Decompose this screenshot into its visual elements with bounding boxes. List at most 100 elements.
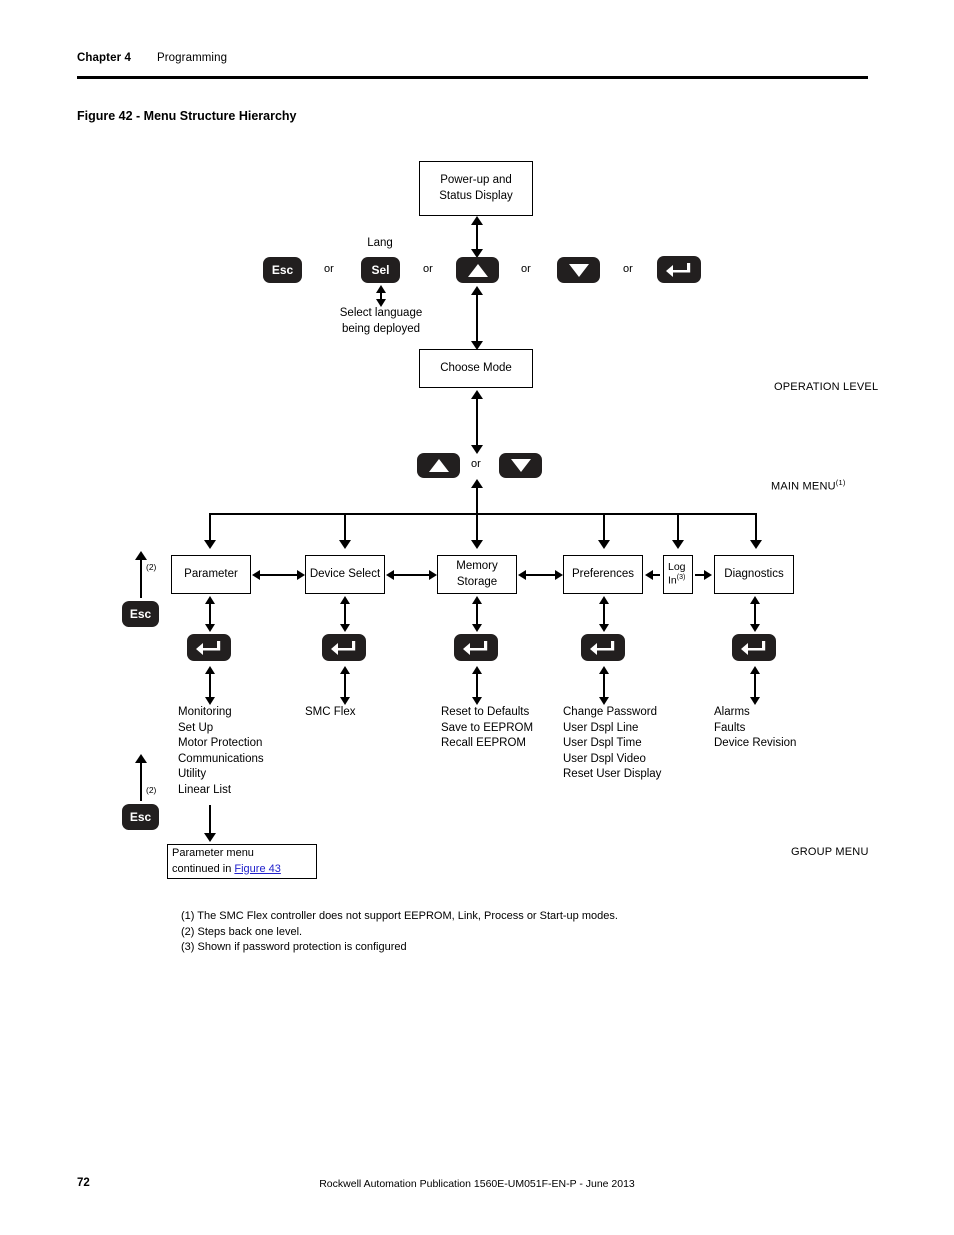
footnote-2: (2) Steps back one level. — [181, 925, 303, 938]
key-sel[interactable]: Sel — [361, 257, 400, 283]
or-label-2: or — [423, 263, 433, 275]
select-language-note: Select language being deployed — [339, 307, 423, 335]
link-device-memory — [390, 574, 432, 576]
key-enter-parameter[interactable] — [187, 634, 231, 661]
group-list-preferences: Change Password User Dspl Line User Dspl… — [563, 706, 662, 781]
level-label-group-menu: GROUP MENU — [791, 846, 869, 858]
arrowhead-down — [750, 540, 762, 549]
footnote-marker-2a: (2) — [146, 562, 157, 572]
level-label-operation: OPERATION LEVEL — [774, 381, 878, 393]
arrowhead-down — [672, 540, 684, 549]
arrowhead-left — [645, 570, 653, 580]
key-enter-preferences[interactable] — [581, 634, 625, 661]
arrowhead-right — [704, 570, 712, 580]
key-esc-left-1[interactable]: Esc — [122, 601, 159, 627]
running-header: Chapter 4 Programming — [77, 52, 227, 64]
arrowhead-down — [750, 697, 760, 705]
figure-43-link[interactable]: Figure 43 — [234, 863, 280, 875]
node-memory-storage: Memory Storage — [437, 555, 517, 594]
log-in-note: (3) — [676, 574, 686, 582]
connector-choosemode-keys — [476, 392, 478, 452]
key-enter-device-select[interactable] — [322, 634, 366, 661]
link-memory-preferences — [522, 574, 558, 576]
arrowhead-up — [135, 551, 147, 560]
arrowhead-left — [252, 570, 260, 580]
chapter-label: Chapter 4 — [77, 52, 131, 64]
main-menu-text: MAIN MENU — [771, 480, 836, 493]
or-label-1: or — [324, 263, 334, 275]
arrowhead-up — [599, 596, 609, 604]
enter-arrow-icon — [196, 640, 221, 655]
arrowhead-down — [340, 624, 350, 632]
arrowhead-right — [429, 570, 437, 580]
arrowhead-up — [205, 596, 215, 604]
arrowhead-down — [205, 697, 215, 705]
header-rule — [77, 76, 868, 79]
enter-arrow-icon — [741, 640, 766, 655]
key-esc-left-2[interactable]: Esc — [122, 804, 159, 830]
node-parameter: Parameter — [171, 555, 251, 594]
arrowhead-right — [555, 570, 563, 580]
arrowhead-down — [471, 445, 483, 454]
key-enter-top[interactable] — [657, 256, 701, 283]
bus-horizontal — [209, 513, 757, 515]
footnote-marker-2b: (2) — [146, 785, 157, 795]
key-enter-diagnostics[interactable] — [732, 634, 776, 661]
arrowhead-up — [750, 596, 760, 604]
node-power-up-status-display: Power-up and Status Display — [419, 161, 533, 216]
group-list-device-select: SMC Flex — [305, 706, 356, 718]
up-arrow-icon — [428, 459, 449, 472]
arrowhead-up — [750, 666, 760, 674]
main-menu-note: (1) — [835, 478, 846, 487]
enter-arrow-icon — [590, 640, 615, 655]
arrowhead-up — [471, 286, 483, 295]
document-page: Chapter 4 Programming Figure 42 - Menu St… — [0, 0, 954, 1235]
figure-footnotes: (1) The SMC Flex controller does not sup… — [181, 909, 618, 956]
node-log-in: Log In(3) — [663, 555, 693, 594]
arrowhead-down — [339, 540, 351, 549]
node-choose-mode: Choose Mode — [419, 349, 533, 388]
arrowhead-down — [204, 833, 216, 842]
connector-esc-1 — [140, 554, 142, 598]
key-esc-top[interactable]: Esc — [263, 257, 302, 283]
footnote-3: (3) Shown if password protection is conf… — [181, 941, 407, 953]
key-down-main[interactable] — [499, 453, 542, 478]
arrowhead-down — [472, 697, 482, 705]
link-parameter-device — [256, 574, 300, 576]
key-enter-memory-storage[interactable] — [454, 634, 498, 661]
or-label-3: or — [521, 263, 531, 275]
arrowhead-up — [472, 596, 482, 604]
group-list-diagnostics: Alarms Faults Device Revision — [714, 706, 797, 750]
connector-upkey-choosemode — [476, 288, 478, 348]
key-down-top[interactable] — [557, 257, 600, 283]
key-up-top[interactable] — [456, 257, 499, 283]
arrowhead-up — [471, 390, 483, 399]
publication-info: Rockwell Automation Publication 1560E-UM… — [319, 1178, 635, 1190]
section-label: Programming — [156, 52, 228, 64]
node-preferences: Preferences — [563, 555, 643, 594]
arrowhead-up — [471, 479, 483, 488]
arrowhead-up — [340, 596, 350, 604]
arrowhead-down — [750, 624, 760, 632]
arrowhead-down — [204, 540, 216, 549]
arrowhead-up — [472, 666, 482, 674]
node-parameter-menu-continued: Parameter menu continued in Figure 43 — [167, 844, 317, 879]
figure-title: Figure 42 - Menu Structure Hierarchy — [77, 109, 297, 123]
arrowhead-up — [599, 666, 609, 674]
or-label-4: or — [623, 263, 633, 275]
arrowhead-up — [205, 666, 215, 674]
enter-arrow-icon — [666, 262, 691, 277]
key-up-main[interactable] — [417, 453, 460, 478]
arrowhead-up — [471, 216, 483, 225]
arrowhead-down — [599, 624, 609, 632]
arrowhead-down — [472, 624, 482, 632]
continued-text: Parameter menu continued in Figure 43 — [172, 846, 281, 875]
down-arrow-icon — [510, 459, 531, 472]
level-label-main-menu: MAIN MENU(1) — [771, 478, 846, 493]
log-in-label: Log In(3) — [668, 561, 686, 587]
arrowhead-up — [340, 666, 350, 674]
enter-arrow-icon — [331, 640, 356, 655]
arrowhead-left — [518, 570, 526, 580]
arrowhead-down — [599, 697, 609, 705]
arrowhead-left — [386, 570, 394, 580]
